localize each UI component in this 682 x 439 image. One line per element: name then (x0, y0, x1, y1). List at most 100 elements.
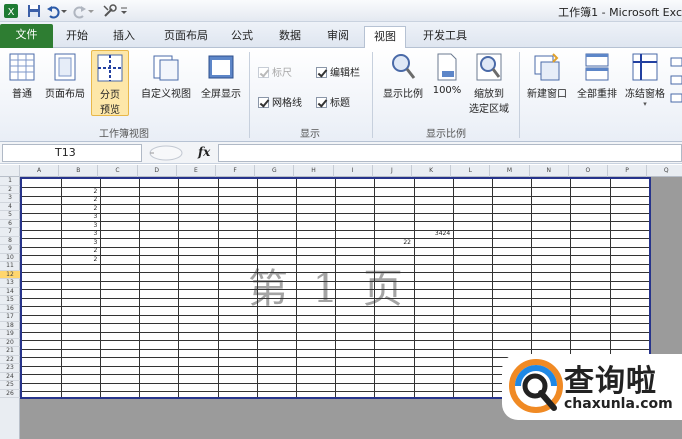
cell-B2[interactable]: 2 (61, 188, 98, 197)
tab-view[interactable]: 视图 (364, 26, 406, 48)
save-icon[interactable] (26, 3, 42, 19)
gridlines-checkbox[interactable]: 网格线 (258, 94, 302, 109)
tab-formulas[interactable]: 公式 (224, 26, 260, 48)
zoom-to-selection-button[interactable]: 缩放到 选定区域 (466, 52, 512, 115)
formula-bar-resize-icon[interactable] (148, 145, 184, 161)
tab-insert[interactable]: 插入 (106, 26, 142, 48)
column-header-G[interactable]: G (255, 165, 295, 177)
column-header-I[interactable]: I (334, 165, 373, 177)
row-header-1[interactable]: 1 (0, 177, 20, 186)
redo-dropdown-icon[interactable] (87, 3, 95, 19)
row-header-10[interactable]: 10 (0, 254, 20, 262)
full-screen-button[interactable]: 全屏显示 (196, 52, 246, 100)
zoom-button[interactable]: 显示比例 (378, 52, 428, 100)
cell-K7[interactable]: 3424 (414, 230, 450, 239)
cell-J8[interactable]: 22 (375, 239, 411, 248)
row-header-20[interactable]: 20 (0, 339, 20, 347)
cell-B8[interactable]: 3 (61, 239, 98, 248)
select-all-corner[interactable] (0, 165, 20, 177)
zoom-100-button[interactable]: 100% (430, 52, 464, 96)
formula-bar-checkbox[interactable]: 编辑栏 (316, 64, 360, 79)
row-header-13[interactable]: 13 (0, 279, 20, 288)
column-header-O[interactable]: O (569, 165, 608, 177)
row-header-16[interactable]: 16 (0, 305, 20, 313)
row-header-9[interactable]: 9 (0, 245, 20, 254)
new-window-button[interactable]: 新建窗口 (522, 52, 572, 100)
custom-views-button[interactable]: 自定义视图 (137, 52, 195, 100)
column-header-D[interactable]: D (138, 165, 177, 177)
formula-input[interactable] (218, 144, 682, 162)
tab-file[interactable]: 文件 (0, 24, 53, 48)
row-header-4[interactable]: 4 (0, 203, 20, 211)
ruler-checkbox[interactable]: 标尺 (258, 64, 292, 79)
column-header-F[interactable]: F (216, 165, 256, 177)
column-header-Q[interactable]: Q (647, 165, 682, 177)
cell-B9[interactable]: 2 (61, 247, 98, 256)
row-header-24[interactable]: 24 (0, 373, 20, 381)
arrange-all-button[interactable]: 全部重排 (573, 52, 621, 100)
column-header-L[interactable]: L (451, 165, 491, 177)
qat-customize-dropdown-icon[interactable] (119, 3, 129, 19)
new-window-icon (534, 53, 560, 81)
row-header-6[interactable]: 6 (0, 220, 20, 228)
gridline-horizontal (22, 306, 649, 307)
gridline-horizontal (22, 204, 649, 205)
undo-icon[interactable] (45, 3, 61, 19)
freeze-panes-button[interactable]: 冻结窗格 ▾ (622, 52, 668, 108)
gridline-horizontal (22, 280, 649, 282)
customize-tools-icon[interactable] (102, 3, 118, 19)
row-header-11[interactable]: 11 (0, 262, 20, 271)
window-small-buttons-icon[interactable] (670, 56, 682, 106)
row-header-7[interactable]: 7 (0, 228, 20, 237)
tab-review[interactable]: 审阅 (320, 26, 356, 48)
row-header-2[interactable]: 2 (0, 186, 20, 194)
row-header-18[interactable]: 18 (0, 322, 20, 330)
cell-B6[interactable]: 3 (61, 222, 98, 231)
excel-app-icon[interactable]: X (3, 3, 19, 19)
headings-checkbox[interactable]: 标题 (316, 94, 350, 109)
row-header-3[interactable]: 3 (0, 194, 20, 203)
tab-developer[interactable]: 开发工具 (414, 26, 476, 48)
row-header-8[interactable]: 8 (0, 237, 20, 245)
column-header-A[interactable]: A (20, 165, 60, 177)
cell-B4[interactable]: 2 (61, 205, 98, 214)
undo-dropdown-icon[interactable] (60, 3, 68, 19)
row-header-14[interactable]: 14 (0, 288, 20, 296)
column-header-H[interactable]: H (294, 165, 334, 177)
row-header-15[interactable]: 15 (0, 296, 20, 305)
tab-page-layout[interactable]: 页面布局 (156, 26, 216, 48)
row-header-12[interactable]: 12 (0, 270, 20, 279)
column-header-C[interactable]: C (98, 165, 138, 177)
cell-B5[interactable]: 3 (61, 213, 98, 222)
page-break-preview-button[interactable]: 分页 预览 (91, 50, 129, 116)
name-box[interactable]: T13 (2, 144, 142, 162)
gridline-horizontal (22, 212, 649, 214)
ruler-check-icon (258, 67, 269, 78)
redo-icon[interactable] (72, 3, 88, 19)
tab-data[interactable]: 数据 (272, 26, 308, 48)
row-header-5[interactable]: 5 (0, 211, 20, 220)
column-header-E[interactable]: E (177, 165, 216, 177)
row-header-23[interactable]: 23 (0, 364, 20, 373)
row-header-22[interactable]: 22 (0, 356, 20, 364)
row-header-21[interactable]: 21 (0, 347, 20, 356)
insert-function-icon[interactable]: fx (198, 145, 210, 159)
tab-home[interactable]: 开始 (60, 26, 94, 48)
column-header-N[interactable]: N (530, 165, 569, 177)
cell-B3[interactable]: 2 (61, 196, 98, 205)
row-header-26[interactable]: 26 (0, 390, 20, 398)
page-break-preview-label-line1: 分页 (100, 90, 120, 101)
page-layout-view-button[interactable]: 页面布局 (41, 52, 89, 100)
column-header-P[interactable]: P (608, 165, 648, 177)
zoom-100-icon (437, 53, 457, 81)
row-header-25[interactable]: 25 (0, 381, 20, 390)
normal-view-button[interactable]: 普通 (3, 52, 41, 100)
cell-B7[interactable]: 3 (61, 230, 98, 239)
column-header-K[interactable]: K (412, 165, 452, 177)
column-header-B[interactable]: B (59, 165, 99, 177)
column-header-J[interactable]: J (373, 165, 412, 177)
cell-B10[interactable]: 2 (61, 256, 98, 265)
row-header-17[interactable]: 17 (0, 313, 20, 322)
row-header-19[interactable]: 19 (0, 330, 20, 339)
column-header-M[interactable]: M (490, 165, 530, 177)
